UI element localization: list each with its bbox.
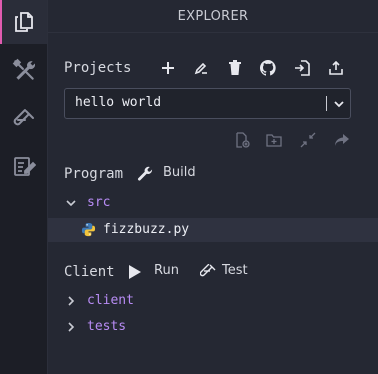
tree-folder-src[interactable]: src	[48, 192, 378, 214]
share-button[interactable]	[330, 128, 354, 152]
new-folder-button[interactable]	[262, 128, 286, 152]
delete-icon	[229, 60, 241, 75]
play-icon	[129, 265, 141, 279]
build-button[interactable]: Build	[137, 162, 197, 186]
share-icon	[335, 134, 349, 146]
rename-project-button[interactable]	[189, 56, 213, 80]
chevron-down-icon	[334, 101, 344, 108]
tree-folder-tests[interactable]: tests	[48, 316, 378, 338]
file-label: fizzbuzz.py	[103, 222, 190, 237]
new-file-button[interactable]	[230, 128, 254, 152]
import-icon	[295, 60, 310, 76]
add-project-button[interactable]	[156, 56, 180, 80]
select-separator	[326, 96, 327, 111]
client-title: Client	[64, 264, 115, 280]
activity-notes-button[interactable]	[0, 144, 47, 188]
tools-icon	[12, 58, 35, 80]
folder-label: client	[87, 293, 134, 308]
chevron-right-icon	[68, 322, 75, 332]
new-file-icon	[236, 132, 250, 148]
project-select[interactable]: hello world	[64, 88, 351, 119]
export-icon	[329, 61, 343, 75]
projects-title: Projects	[64, 60, 132, 76]
new-folder-icon	[266, 134, 282, 147]
run-label: Run	[154, 263, 179, 278]
delete-project-button[interactable]	[223, 56, 247, 80]
test-button[interactable]: Test	[200, 260, 256, 284]
flask-icon	[200, 264, 216, 277]
project-select-value: hello world	[75, 95, 162, 110]
wrench-icon	[137, 166, 153, 181]
folder-label: tests	[87, 319, 127, 334]
github-button[interactable]	[256, 56, 280, 80]
export-button[interactable]	[324, 56, 348, 80]
collapse-icon	[300, 132, 316, 148]
panel-title: EXPLORER	[48, 0, 378, 33]
explorer-panel: EXPLORER Projects hello world Program Bu…	[48, 0, 378, 374]
test-label: Test	[222, 263, 248, 278]
collapse-all-button[interactable]	[296, 128, 320, 152]
notepad-edit-icon	[13, 157, 36, 176]
tree-folder-client[interactable]: client	[48, 290, 378, 312]
activity-bar	[0, 0, 48, 374]
activity-files-button[interactable]	[0, 0, 47, 44]
activity-test-button[interactable]	[0, 98, 47, 142]
test-tube-icon	[13, 109, 34, 126]
tree-file-fizzbuzz[interactable]: fizzbuzz.py	[48, 218, 378, 242]
github-icon	[260, 60, 276, 76]
chevron-down-icon	[66, 200, 76, 207]
edit-icon	[194, 62, 207, 75]
app-root: EXPLORER Projects hello world Program Bu…	[0, 0, 378, 374]
files-icon	[14, 12, 33, 32]
chevron-right-icon	[68, 296, 75, 306]
build-label: Build	[163, 165, 196, 180]
python-icon	[81, 222, 96, 237]
add-icon	[162, 62, 174, 74]
run-button[interactable]: Run	[128, 260, 184, 284]
program-title: Program	[64, 166, 124, 182]
activity-tools-button[interactable]	[0, 48, 47, 92]
folder-label: src	[87, 195, 111, 210]
import-button[interactable]	[290, 56, 314, 80]
